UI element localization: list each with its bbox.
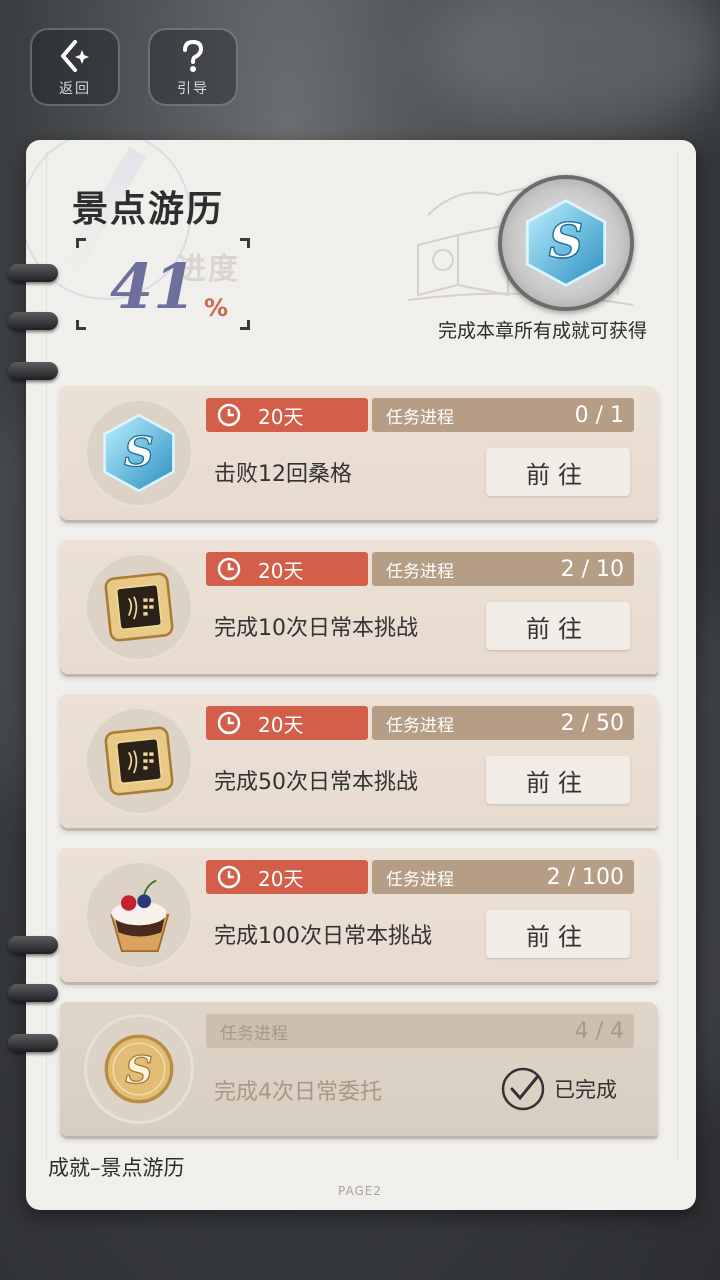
progress-label: 任务进程 (386, 715, 454, 736)
binder-ring (8, 1034, 58, 1052)
timer-text: 20天 (258, 404, 304, 429)
task-progress: 任务进程 2 / 100 (372, 860, 634, 894)
svg-text:S: S (125, 1047, 152, 1092)
timer-text: 20天 (258, 558, 304, 583)
time-remaining: 20天 (206, 860, 368, 894)
task-card: 20天 任务进程 2 / 50 完成50次日常本挑战 前往 (60, 694, 658, 828)
page-title: 景点游历 (72, 189, 225, 230)
binder-ring (8, 984, 58, 1002)
svg-text:S: S (124, 427, 154, 476)
progress-box: 进度 41 % (76, 238, 250, 330)
go-button[interactable]: 前往 (486, 756, 630, 804)
binder-ring (8, 312, 58, 330)
task-icon-holder: S (84, 1014, 194, 1124)
clock-icon (217, 557, 241, 581)
page-number: PAGE2 (338, 1184, 382, 1198)
binder-ring (8, 936, 58, 954)
task-icon-holder (84, 860, 194, 970)
progress-value: 41 (110, 250, 197, 323)
checkmark-circle-icon (501, 1067, 545, 1111)
time-remaining: 20天 (206, 552, 368, 586)
progress-value: 0 / 1 (574, 402, 624, 428)
task-description: 完成10次日常本挑战 (214, 616, 418, 641)
back-button[interactable]: 返回 (30, 28, 120, 106)
binder-ring (8, 264, 58, 282)
back-label: 返回 (59, 81, 91, 97)
reward-caption: 完成本章所有成就可获得 (438, 320, 648, 342)
task-progress: 任务进程 2 / 50 (372, 706, 634, 740)
completed-label: 已完成 (554, 1078, 617, 1102)
timer-text: 20天 (258, 712, 304, 737)
task-description: 击败12回桑格 (214, 462, 352, 487)
task-progress: 任务进程 0 / 1 (372, 398, 634, 432)
back-arrow-icon (61, 40, 89, 72)
progress-value: 2 / 10 (560, 556, 624, 582)
progress-unit: % (204, 294, 229, 322)
task-icon-holder (84, 706, 194, 816)
svg-text:S: S (549, 214, 584, 270)
task-progress: 任务进程 4 / 4 (206, 1014, 634, 1048)
task-card: 20天 任务进程 2 / 10 完成10次日常本挑战 前往 (60, 540, 658, 674)
gold-chip-icon (104, 572, 174, 642)
time-remaining: 20天 (206, 706, 368, 740)
progress-value: 2 / 100 (546, 864, 624, 890)
progress-label: 任务进程 (386, 407, 454, 428)
clock-icon (217, 711, 241, 735)
gold-chip-icon (104, 726, 174, 796)
time-remaining: 20天 (206, 398, 368, 432)
chapter-reward[interactable]: S (398, 155, 678, 335)
question-mark-icon (183, 39, 204, 72)
guide-label: 引导 (177, 81, 209, 97)
s-crystal-badge-icon: S (525, 199, 607, 287)
timer-text: 20天 (258, 866, 304, 891)
progress-value: 4 / 4 (574, 1018, 624, 1044)
background-blur (430, 0, 720, 140)
clock-icon (217, 865, 241, 889)
reward-badge: S (498, 175, 634, 311)
task-description: 完成100次日常本挑战 (214, 924, 432, 949)
footer-title: 成就–景点游历 (48, 1156, 185, 1180)
clock-icon (217, 403, 241, 427)
task-card: 20天 任务进程 2 / 100 完成100次日常本挑战 前往 (60, 848, 658, 982)
progress-label: 任务进程 (386, 869, 454, 890)
task-description: 完成50次日常本挑战 (214, 770, 418, 795)
binder-ring (8, 362, 58, 380)
task-icon-holder: S (84, 398, 194, 508)
task-card: S 20天 任务进程 0 / 1 击败12回桑格 前往 (60, 386, 658, 520)
task-card-completed: S 任务进程 4 / 4 完成4次日常委托 已完成 (60, 1002, 658, 1136)
task-description: 完成4次日常委托 (214, 1080, 382, 1105)
go-button[interactable]: 前往 (486, 448, 630, 496)
go-button[interactable]: 前往 (486, 602, 630, 650)
progress-label: 任务进程 (386, 561, 454, 582)
task-progress: 任务进程 2 / 10 (372, 552, 634, 586)
task-icon-holder (84, 552, 194, 662)
go-button[interactable]: 前往 (486, 910, 630, 958)
completed-status: 已完成 (500, 1066, 617, 1112)
berry-tart-icon (110, 879, 170, 952)
progress-value: 2 / 50 (560, 710, 624, 736)
s-crystal-icon: S (103, 413, 175, 493)
guide-button[interactable]: 引导 (148, 28, 238, 106)
progress-label: 任务进程 (220, 1023, 288, 1044)
gold-s-coin-icon: S (104, 1034, 174, 1104)
